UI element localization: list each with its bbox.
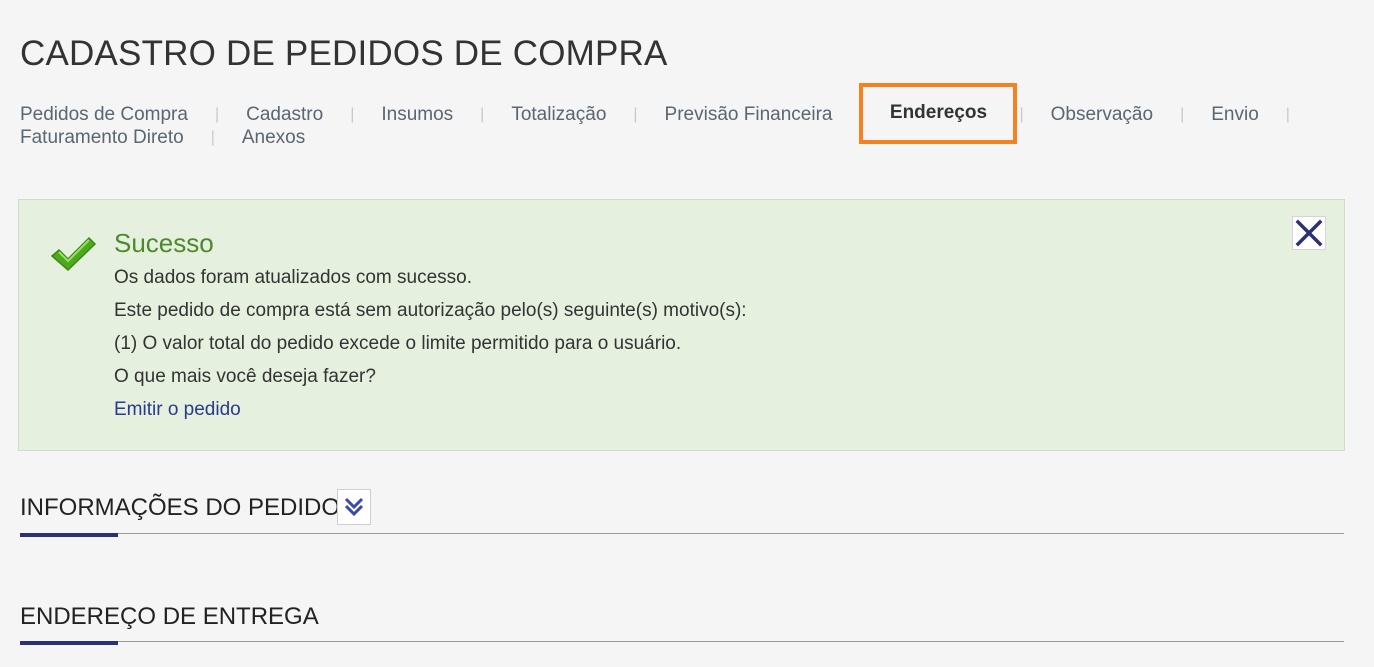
- tab-separator: |: [214, 106, 220, 123]
- alert-line: O que mais você deseja fazer?: [114, 366, 376, 387]
- order-info-section: INFORMAÇÕES DO PEDIDO: [20, 489, 1344, 540]
- section-divider: [20, 533, 1344, 534]
- tab-anexos[interactable]: Anexos: [242, 127, 305, 149]
- section-accent-bar: [20, 641, 118, 645]
- tab-faturamento-direto[interactable]: Faturamento Direto: [20, 127, 184, 149]
- close-alert-button[interactable]: [1292, 216, 1326, 250]
- tab-separator: |: [633, 106, 638, 123]
- alert-message: Os dados foram atualizados com sucesso. …: [114, 266, 747, 431]
- tab-observacao[interactable]: Observação: [1051, 104, 1153, 126]
- double-chevron-down-icon: [344, 497, 364, 517]
- tab-separator: |: [1180, 106, 1185, 123]
- tab-previsao-financeira[interactable]: Previsão Financeira: [665, 104, 833, 126]
- tab-envio[interactable]: Envio: [1211, 104, 1259, 126]
- alert-line: (1) O valor total do pedido excede o lim…: [114, 333, 682, 354]
- page-title: CADASTRO DE PEDIDOS DE COMPRA: [20, 34, 668, 73]
- alert-line: Este pedido de compra está sem autorizaç…: [114, 300, 747, 321]
- tab-totalizacao[interactable]: Totalização: [511, 104, 606, 126]
- tab-separator: |: [1019, 106, 1024, 123]
- success-alert: Sucesso Os dados foram atualizados com s…: [18, 199, 1345, 451]
- tab-pedidos-de-compra[interactable]: Pedidos de Compra: [20, 104, 188, 126]
- tab-separator: |: [1285, 106, 1290, 123]
- active-tab-highlight: Endereços: [859, 82, 1018, 144]
- delivery-address-title: ENDEREÇO DE ENTREGA: [20, 603, 319, 630]
- alert-line: Os dados foram atualizados com sucesso.: [114, 267, 473, 288]
- close-icon: [1295, 219, 1323, 247]
- delivery-address-section: ENDEREÇO DE ENTREGA: [20, 600, 1344, 650]
- tab-insumos[interactable]: Insumos: [381, 104, 453, 126]
- emitir-pedido-link[interactable]: Emitir o pedido: [114, 399, 241, 420]
- tab-cadastro[interactable]: Cadastro: [246, 104, 323, 126]
- tab-separator: |: [350, 106, 355, 123]
- section-accent-bar: [20, 533, 118, 537]
- tab-row-2: Faturamento Direto | Anexos: [20, 123, 1340, 153]
- tab-separator: |: [210, 129, 215, 146]
- section-divider: [20, 641, 1344, 642]
- alert-title: Sucesso: [114, 228, 214, 258]
- order-info-title: INFORMAÇÕES DO PEDIDO: [20, 494, 341, 521]
- tab-separator: |: [480, 106, 485, 123]
- alert-link-line: Emitir o pedido: [114, 398, 747, 431]
- order-info-toggle-button[interactable]: [337, 489, 371, 525]
- check-icon: [50, 236, 97, 272]
- tab-navigation: Pedidos de Compra | Cadastro | Insumos |…: [20, 82, 1340, 160]
- tab-enderecos[interactable]: Endereços: [890, 102, 987, 124]
